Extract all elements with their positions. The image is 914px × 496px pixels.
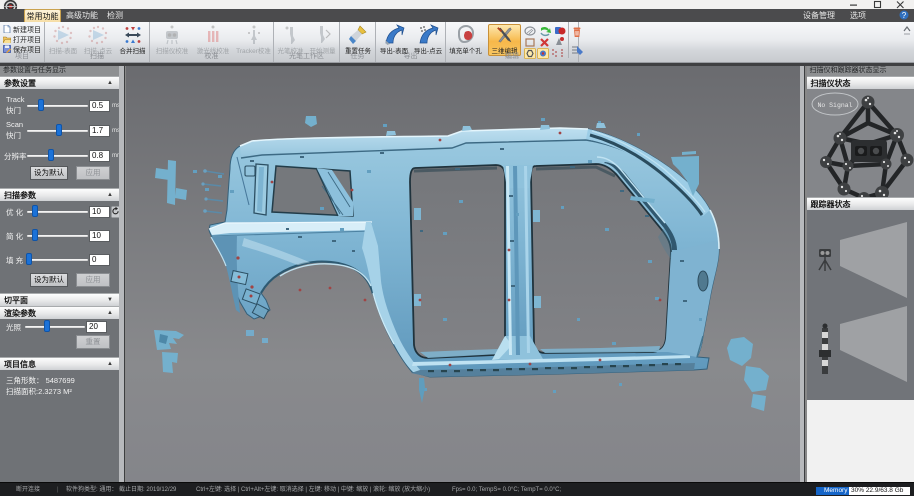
svg-text:No Signal: No Signal xyxy=(817,102,852,109)
svg-text:?: ? xyxy=(902,11,907,20)
